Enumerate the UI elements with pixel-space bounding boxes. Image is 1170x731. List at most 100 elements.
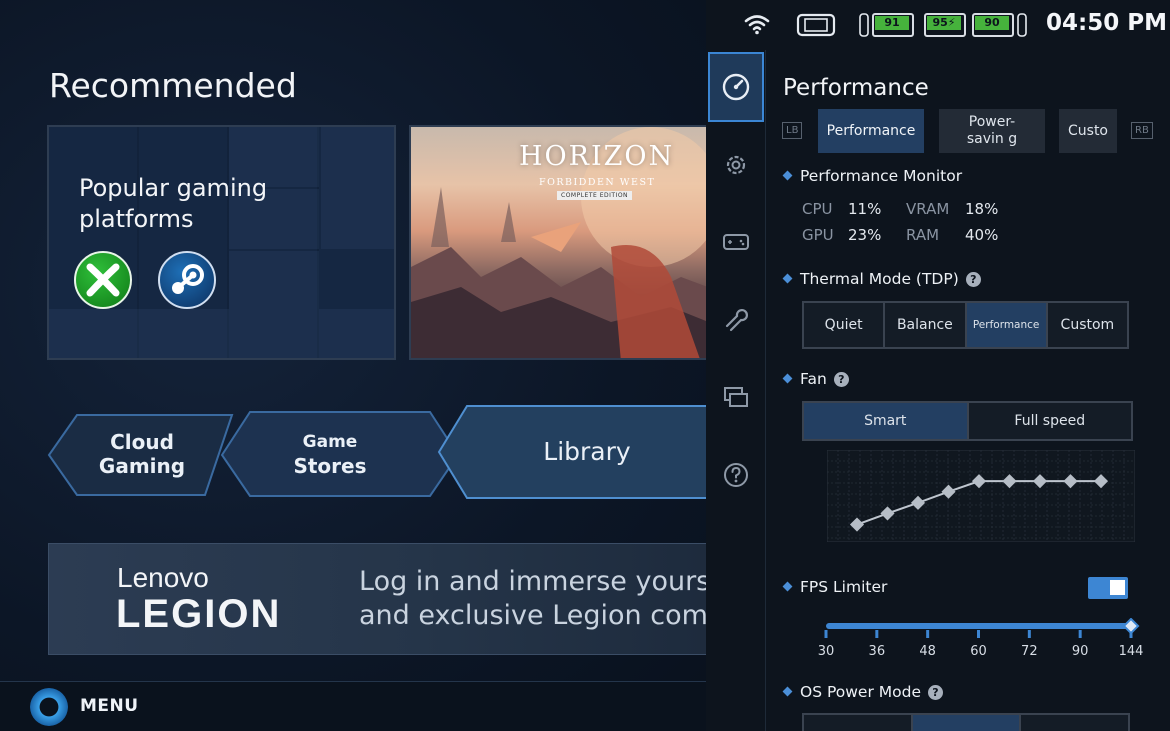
handheld-icon [796,13,836,37]
display-icon [724,387,748,407]
cpu-value: 11% [848,200,882,218]
cpu-label: CPU [802,200,833,218]
controller-icon [723,234,749,250]
menu-label[interactable]: MENU [80,696,139,716]
fps-label-48: 48 [919,644,936,659]
fps-tick-72 [1027,630,1031,638]
thermal-option-balance[interactable]: Balance [885,303,967,347]
status-bar: 91 95⚡ 90 04:50 PM [706,0,1170,50]
settings-gear-icon [726,155,746,175]
ram-label: RAM [906,226,940,244]
ram-value: 40% [965,226,999,244]
gpu-label: GPU [802,226,834,244]
right-battery-value: 90 [975,16,1009,30]
cloud-gaming-button[interactable]: Cloud Gaming [47,410,237,500]
horizon-edition: COMPLETE EDITION [557,191,633,200]
os-power-mode-selector [802,713,1130,731]
controller-right-battery: 90 [972,13,1032,37]
handheld-battery-value: 95⚡ [927,16,961,30]
thermal-help-icon[interactable]: ? [965,272,981,287]
fps-label-30: 30 [817,644,835,659]
fps-slider-track [826,623,1131,629]
fps-tick-30 [824,630,828,638]
os-power-option-2[interactable] [912,715,1022,731]
mode-tab-power-saving[interactable]: Power-savin g [939,109,1045,153]
fps-label-72: 72 [1021,644,1038,659]
performance-gauge-icon [722,73,750,101]
banner-text-line-2: and exclusive Legion commu [359,600,706,631]
section-bullet-icon [782,273,793,284]
thermal-option-custom[interactable]: Custom [1047,303,1127,347]
fps-label-144: 144 [1118,644,1144,659]
sidebar-performance[interactable] [708,52,764,122]
fps-label-60: 60 [970,644,987,659]
sidebar-controller[interactable] [708,207,764,277]
thermal-option-quiet[interactable]: Quiet [804,303,886,347]
fps-limiter-slider[interactable] [821,618,1141,668]
controller-left-battery: 91 [859,13,917,37]
cloud-gaming-label: Cloud Gaming [98,430,186,478]
legion-menu-logo-icon[interactable] [30,688,68,726]
sidebar-display[interactable] [708,363,764,433]
xbox-logo-icon[interactable] [74,251,132,309]
toggle-knob [1110,580,1125,595]
fps-label-90: 90 [1071,644,1089,659]
fps-tick-60 [977,630,980,638]
mode-tab-performance[interactable]: Performance [818,109,924,153]
quick-settings-panel: 91 95⚡ 90 04:50 PM Performance LB Perfor… [706,0,1170,731]
panel-sidebar [706,50,766,731]
performance-title: Performance [783,75,929,101]
steam-logo-icon[interactable] [158,251,216,309]
section-bullet-icon [782,373,793,384]
performance-monitor-heading: Performance Monitor [782,167,962,185]
performance-content: Performance LB Performance Power-savin g… [766,50,1170,731]
fan-option-full-speed[interactable]: Full speed [968,403,1131,439]
fan-heading: Fan? [782,370,849,388]
wifi-icon [744,15,770,35]
fan-mode-selector: Smart Full speed [802,401,1133,441]
sidebar-tools[interactable] [708,285,764,355]
thermal-option-performance[interactable]: Performance [966,303,1048,347]
os-power-option-3[interactable] [1021,715,1129,731]
horizon-forbidden-west-card[interactable]: HORIZON FORBIDDEN WEST COMPLETE EDITION [409,125,706,360]
fps-tick-36 [875,630,879,638]
game-stores-label: Game Stores [293,432,367,478]
fan-option-smart[interactable]: Smart [804,403,969,439]
popular-platforms-label: Popular gaming platforms [79,174,268,233]
library-label: Library [543,437,631,466]
fps-limiter-heading: FPS Limiter [782,578,887,596]
horizon-title: HORIZON [519,141,675,172]
left-battery-value: 91 [875,16,909,30]
fan-help-icon[interactable]: ? [833,372,849,387]
rb-bumper-hint: RB [1131,122,1153,139]
os-power-help-icon[interactable]: ? [928,685,943,700]
popular-platforms-card[interactable]: Popular gaming platforms [47,125,396,360]
sidebar-help[interactable] [708,440,764,510]
section-bullet-icon [782,686,793,697]
platform-background-tiles [49,127,394,358]
lb-bumper-hint: LB [782,122,803,139]
gpu-value: 23% [848,226,882,244]
vram-value: 18% [965,200,999,218]
os-power-mode-heading: OS Power Mode? [782,683,943,701]
fps-label-36: 36 [868,644,886,659]
lenovo-legion-banner[interactable]: Lenovo LEGION Log in and immerse yoursel… [48,543,706,655]
horizon-subtitle: FORBIDDEN WEST [539,177,656,188]
launcher-home: Recommended Popular gaming platforms HOR… [0,0,706,731]
fps-limiter-toggle[interactable] [1088,577,1128,599]
recommended-title: Recommended [49,66,297,105]
lenovo-wordmark: Lenovo [117,562,209,593]
menu-bar[interactable]: MENU [0,681,706,731]
game-stores-button[interactable]: Game Stores [220,410,460,500]
mode-tab-custom[interactable]: Custo [1059,109,1117,153]
help-icon [724,463,748,487]
sidebar-settings[interactable] [708,130,764,200]
fan-curve-graph[interactable] [827,450,1135,542]
clock: 04:50 PM [1046,10,1167,36]
thermal-mode-selector: Quiet Balance Performance Custom [802,301,1129,349]
os-power-option-1[interactable] [804,715,913,731]
wrench-icon [725,309,748,332]
library-button[interactable]: Library [437,405,706,500]
controller-left-icon [859,13,869,37]
fps-tick-90 [1078,630,1082,638]
